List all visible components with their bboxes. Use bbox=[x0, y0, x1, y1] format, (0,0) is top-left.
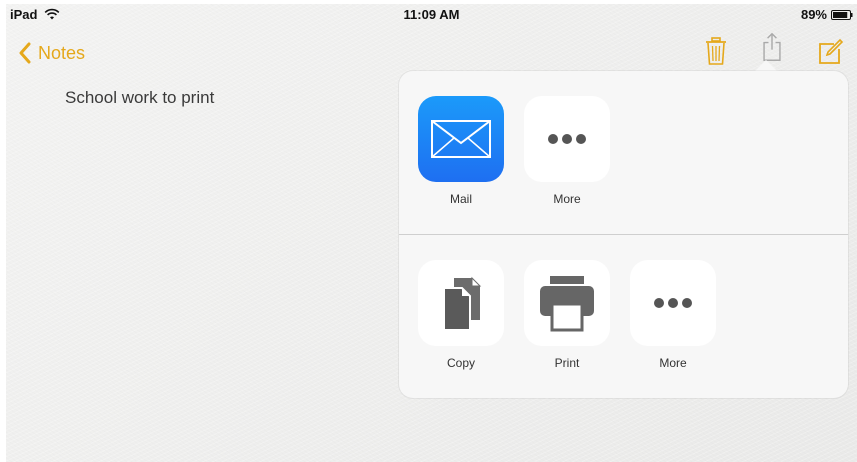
share-action-print[interactable]: Print bbox=[524, 260, 610, 370]
share-item-label: More bbox=[659, 356, 687, 370]
status-bar: iPad 11:09 AM 89% bbox=[6, 4, 857, 26]
copy-action-tile bbox=[418, 260, 504, 346]
mail-icon bbox=[431, 120, 491, 158]
more-dots-icon bbox=[654, 298, 692, 308]
print-action-tile bbox=[524, 260, 610, 346]
back-button-label: Notes bbox=[38, 42, 86, 63]
share-sheet-popover: Mail More Copy Print More bbox=[399, 71, 848, 398]
more-app-tile bbox=[524, 96, 610, 182]
more-action-tile bbox=[630, 260, 716, 346]
chevron-left-icon bbox=[19, 42, 31, 64]
trash-icon[interactable] bbox=[702, 36, 730, 66]
share-item-label: Print bbox=[554, 356, 580, 370]
share-item-label: More bbox=[553, 192, 581, 206]
share-action-more[interactable]: More bbox=[630, 260, 716, 370]
back-to-notes-button[interactable]: Notes bbox=[18, 40, 85, 66]
share-sheet-divider bbox=[399, 234, 848, 235]
share-app-more[interactable]: More bbox=[524, 96, 610, 206]
battery-percentage: 89% bbox=[800, 7, 827, 22]
share-app-mail[interactable]: Mail bbox=[418, 96, 504, 206]
status-time: 11:09 AM bbox=[403, 7, 460, 22]
battery-icon bbox=[831, 10, 853, 20]
more-dots-icon bbox=[548, 134, 586, 144]
compose-icon[interactable] bbox=[816, 36, 844, 66]
mail-app-tile bbox=[418, 96, 504, 182]
note-body-text[interactable]: School work to print bbox=[65, 88, 214, 108]
share-item-label: Mail bbox=[449, 192, 472, 206]
share-item-label: Copy bbox=[446, 356, 475, 370]
share-action-copy[interactable]: Copy bbox=[418, 260, 504, 370]
share-icon[interactable] bbox=[758, 32, 786, 62]
printer-icon bbox=[540, 276, 594, 332]
copy-icon bbox=[443, 276, 482, 331]
